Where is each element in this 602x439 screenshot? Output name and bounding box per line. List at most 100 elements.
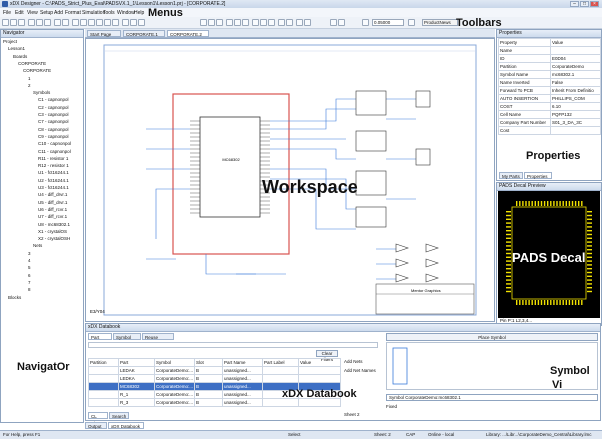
tree-node[interactable]: CORPORATE xyxy=(18,61,46,67)
tab-xdx-databook[interactable]: xDX Databook xyxy=(108,422,144,429)
tree-node[interactable]: 7 xyxy=(28,280,31,286)
db-row[interactable]: LEDAK CorporateDemo:... Bunassigned... xyxy=(88,366,341,375)
clear-filters-button[interactable]: Clear Filters xyxy=(316,350,338,362)
rotate-icon[interactable] xyxy=(200,19,207,26)
db-column-header[interactable]: Part Name xyxy=(222,358,263,367)
property-value[interactable] xyxy=(550,46,601,55)
tree-node[interactable]: 2 xyxy=(28,83,31,89)
paste-icon[interactable] xyxy=(44,19,51,26)
line-style-icon[interactable] xyxy=(330,19,337,26)
tab-corporate-2[interactable]: CORPORATE.2 xyxy=(167,30,209,37)
tab-reuse-blocks[interactable]: Reuse Blocks xyxy=(142,333,174,347)
tab-search[interactable]: Search xyxy=(109,412,129,419)
align-icon[interactable] xyxy=(226,19,233,26)
verify-icon[interactable] xyxy=(268,19,275,26)
menu-format[interactable]: Format xyxy=(65,10,81,16)
menu-edit[interactable]: Edit xyxy=(15,10,24,16)
minimize-button[interactable]: – xyxy=(570,1,579,7)
db-column-header[interactable]: Symbol xyxy=(154,358,195,367)
tree-node[interactable]: U3 - fct16244.1 xyxy=(38,185,69,191)
tree-node[interactable]: 5 xyxy=(28,265,31,271)
property-row[interactable]: Name Inverted False xyxy=(498,78,601,87)
tree-node[interactable]: Project xyxy=(3,39,17,45)
place-symbol-button[interactable]: Place Symbol xyxy=(386,333,598,341)
tab-output[interactable]: Output xyxy=(85,422,107,429)
tree-node[interactable]: X2 - crystalOSH xyxy=(38,236,70,242)
property-row[interactable]: COST 6.10 xyxy=(498,102,601,111)
tree-node[interactable]: U1 - fct16244.1 xyxy=(38,170,69,176)
menu-window[interactable]: Window xyxy=(117,10,135,16)
pcb-icon[interactable] xyxy=(286,19,293,26)
component-icon[interactable] xyxy=(96,19,103,26)
property-value[interactable]: PQFP132 xyxy=(550,110,601,119)
tree-node[interactable]: C10 - capnonpol xyxy=(38,141,71,147)
tree-node[interactable]: 4 xyxy=(28,258,31,264)
undo-icon[interactable] xyxy=(54,19,61,26)
tree-node[interactable]: U8 - mc68302.1 xyxy=(38,222,70,228)
tree-node[interactable]: U5 - diff_drvr.1 xyxy=(38,200,67,206)
zoom-in-icon[interactable] xyxy=(122,19,129,26)
wire-icon[interactable] xyxy=(80,19,87,26)
tree-node[interactable]: CORPORATE xyxy=(23,68,51,74)
pointer-icon[interactable] xyxy=(362,19,369,26)
property-value[interactable]: Inherit From Definitio xyxy=(550,86,601,95)
select-icon[interactable] xyxy=(72,19,79,26)
menu-file[interactable]: File xyxy=(3,10,11,16)
tree-node[interactable]: U4 - diff_drvr.1 xyxy=(38,192,67,198)
properties-icon[interactable] xyxy=(252,19,259,26)
property-row[interactable]: Name xyxy=(498,46,601,55)
tree-node[interactable]: R12 - resistor 1 xyxy=(38,163,69,169)
property-row[interactable]: Cell Name PQFP132 xyxy=(498,110,601,119)
open-icon[interactable] xyxy=(10,19,17,26)
filter-input[interactable] xyxy=(88,342,378,348)
tree-node[interactable]: U6 - diff_rcvr.1 xyxy=(38,207,67,213)
db-column-header[interactable]: Part Label xyxy=(262,358,299,367)
tree-node[interactable]: Nets xyxy=(33,243,42,249)
db-column-header[interactable]: Slot xyxy=(194,358,223,367)
copy-icon[interactable] xyxy=(36,19,43,26)
property-row[interactable]: Symbol Name mc68302.1 xyxy=(498,70,601,79)
package-icon[interactable] xyxy=(260,19,267,26)
tree-node[interactable]: Blocks xyxy=(8,295,21,301)
property-row[interactable]: Partition CorporateDemo xyxy=(498,62,601,71)
tree-node[interactable]: C9 - capnonpol xyxy=(38,134,69,140)
property-value[interactable] xyxy=(550,126,601,135)
tree-node[interactable]: R11 - resistor 1 xyxy=(38,156,68,162)
property-row[interactable]: Cost xyxy=(498,126,601,135)
zoom-field[interactable]: 0.05000 xyxy=(372,19,404,26)
menu-setup[interactable]: Setup xyxy=(40,10,53,16)
bus-icon[interactable] xyxy=(88,19,95,26)
flip-icon[interactable] xyxy=(208,19,215,26)
db-column-header[interactable]: Partition xyxy=(88,358,119,367)
db-row[interactable]: LEDKA CorporateDemo:... Bunassigned... xyxy=(88,374,341,383)
menu-help[interactable]: Help xyxy=(134,10,144,16)
property-row[interactable]: Company Part Number S01_3_DA_3C xyxy=(498,118,601,127)
tab-symbol-view[interactable]: Symbol View xyxy=(113,333,141,347)
grid-icon[interactable] xyxy=(234,19,241,26)
tree-node[interactable]: 6 xyxy=(28,273,31,279)
close-button[interactable]: × xyxy=(590,1,599,7)
tree-node[interactable]: C7 - capnonpol xyxy=(38,119,69,125)
tree-node[interactable]: Symbols xyxy=(33,90,50,96)
property-row[interactable]: ID E0D04 xyxy=(498,54,601,63)
zoom-dropdown-icon[interactable] xyxy=(408,19,415,26)
tree-node[interactable]: C3 - capnonpol xyxy=(38,112,69,118)
menu-add[interactable]: Add xyxy=(54,10,63,16)
cut-icon[interactable] xyxy=(28,19,35,26)
menu-view[interactable]: View xyxy=(27,10,38,16)
tab-my-parts[interactable]: My Parts xyxy=(499,172,523,179)
tab-properties[interactable]: Properties xyxy=(524,172,552,179)
property-value[interactable]: 6.10 xyxy=(550,102,601,111)
property-row[interactable]: Forward To PCB Inherit From Definitio xyxy=(498,86,601,95)
workspace[interactable]: MC68302 Mentor Graphics E3/Y04 Workspace xyxy=(85,38,495,322)
maximize-button[interactable]: □ xyxy=(580,1,589,7)
add-net-names-checkbox[interactable]: Add Net Names xyxy=(344,368,376,373)
tab-corporate-1[interactable]: CORPORATE.1 xyxy=(123,30,165,37)
db-column-header[interactable]: Value xyxy=(298,358,341,367)
fixed-checkbox[interactable]: Fixed xyxy=(386,404,397,409)
redo-icon[interactable] xyxy=(62,19,69,26)
add-nets-checkbox[interactable]: Add Nets xyxy=(344,359,363,364)
menu-tools[interactable]: Tools xyxy=(103,10,115,16)
property-value[interactable]: CorporateDemo xyxy=(550,62,601,71)
tree-node[interactable]: C1 - capnonpol xyxy=(38,97,69,103)
